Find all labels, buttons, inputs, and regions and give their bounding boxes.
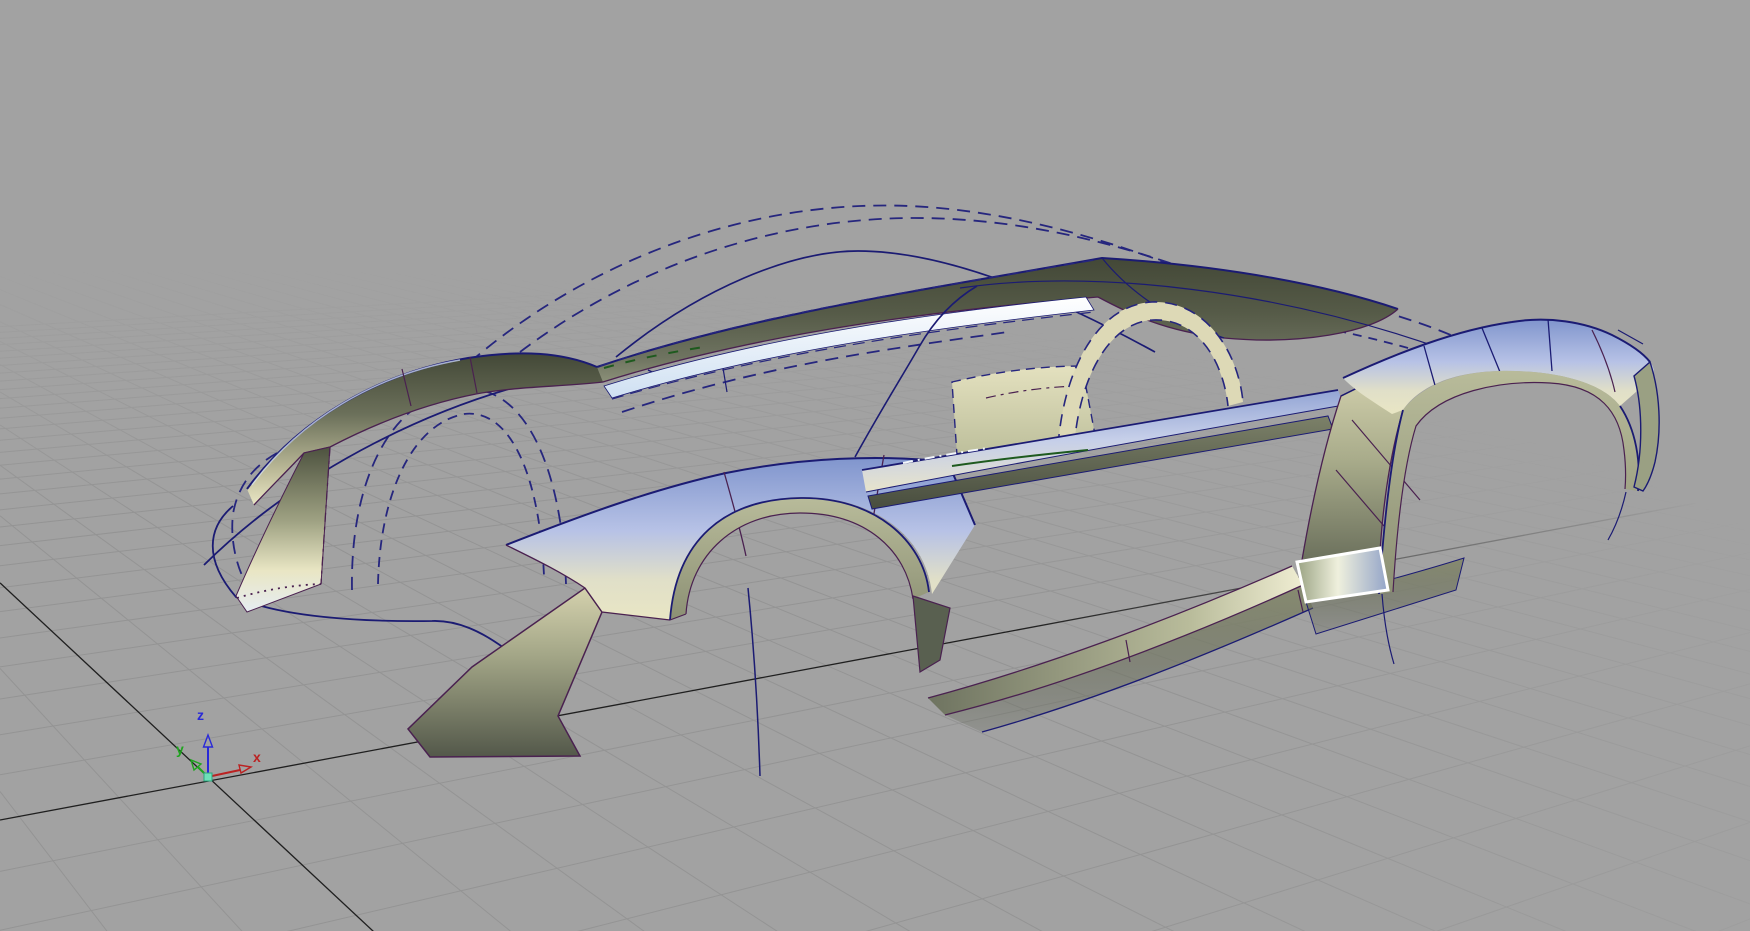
viewport-canvas[interactable]: [0, 0, 1750, 931]
axis-gizmo: [191, 735, 251, 781]
cad-viewport[interactable]: x y z: [0, 0, 1750, 931]
x-axis-label: x: [253, 750, 261, 764]
origin-point-marker: [204, 773, 212, 781]
z-axis-label: z: [197, 708, 204, 722]
rocker-upper-surface: [928, 566, 1303, 715]
z-axis-arrowhead: [204, 735, 213, 747]
car-rear-wheel-arch[interactable]: [1379, 362, 1659, 664]
rocker-wedge-surface: [913, 596, 950, 672]
y-axis-label: y: [176, 742, 184, 756]
front-wheel-cut-curve: [748, 588, 760, 776]
x-axis-line: [212, 770, 240, 776]
car-front-wheel-arch[interactable]: [670, 498, 929, 776]
x-axis-arrowhead: [239, 765, 251, 773]
rear-arch-inner-edge: [1393, 383, 1626, 592]
beltline-strip-surface: [862, 390, 1344, 492]
